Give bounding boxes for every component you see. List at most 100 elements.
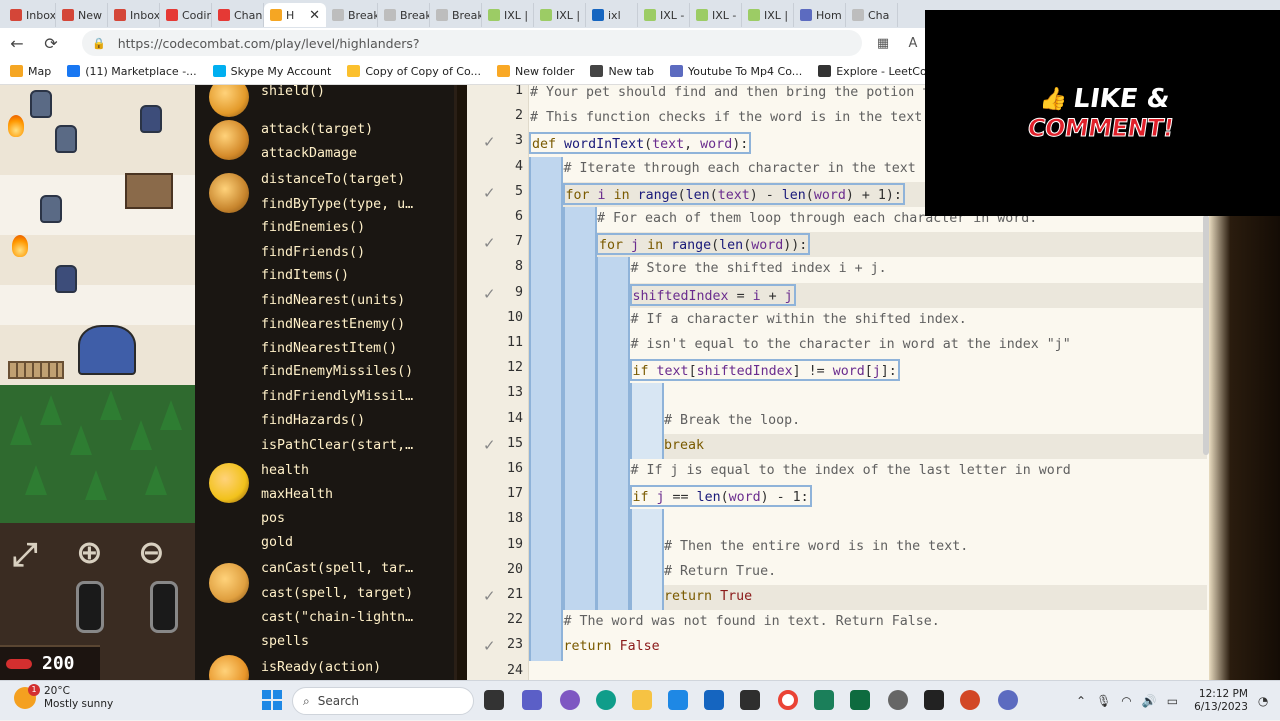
microphone-icon[interactable]: 🎙 — [1096, 694, 1111, 708]
volume-icon[interactable]: 🔊 — [1142, 694, 1157, 708]
tab-active[interactable]: H ✕ — [264, 3, 326, 27]
code-line[interactable]: # The word was not found in text. Return… — [563, 611, 941, 633]
api-method-item[interactable]: canCast(spell, tar… — [261, 561, 413, 576]
copilot-icon[interactable] — [560, 690, 580, 710]
fullscreen-icon[interactable]: ⤢ — [12, 535, 38, 574]
browser-tab[interactable]: Cha — [846, 3, 898, 27]
code-line[interactable]: for i in range(len(text) - len(word) + 1… — [562, 182, 905, 205]
browser-tab[interactable]: IXL | — [482, 3, 534, 27]
code-line[interactable]: # If a character within the shifted inde… — [630, 309, 968, 331]
game-viewport[interactable]: ⤢ ⊕ ⊖ 200 — [0, 85, 195, 680]
powerpoint-icon[interactable] — [960, 690, 980, 710]
terminal-icon[interactable] — [924, 690, 944, 710]
app-icon[interactable] — [814, 690, 834, 710]
browser-tab[interactable]: IXL | — [742, 3, 794, 27]
apps-icon[interactable]: ▦ — [868, 36, 898, 51]
api-method-item[interactable]: findEnemyMissiles() — [261, 364, 413, 379]
bookmark-item[interactable]: Youtube To Mp4 Co... — [669, 65, 802, 78]
browser-tab[interactable]: IXL - — [690, 3, 742, 27]
app-icon[interactable] — [998, 690, 1018, 710]
app-icon[interactable] — [740, 690, 760, 710]
close-tab-icon[interactable]: ✕ — [309, 8, 320, 23]
battery-icon[interactable]: ▭ — [1167, 694, 1178, 708]
bookmark-item[interactable]: Skype My Account — [212, 65, 331, 78]
api-method-item[interactable]: findNearest(units) — [261, 293, 405, 308]
code-line[interactable]: # Break the loop. — [663, 410, 801, 432]
zoom-out-icon[interactable]: ⊖ — [138, 533, 165, 571]
api-method-item[interactable]: findByType(type, u… — [261, 197, 413, 212]
api-method-item[interactable]: cast("chain-lightn… — [261, 610, 413, 625]
file-explorer-icon[interactable] — [632, 690, 652, 710]
back-icon[interactable]: ← — [0, 34, 34, 53]
code-line[interactable]: # isn't equal to the character in word a… — [630, 334, 1072, 356]
code-line[interactable]: return True — [663, 586, 753, 608]
task-view-icon[interactable] — [484, 690, 504, 710]
code-line[interactable]: for j in range(len(word)): — [596, 233, 811, 256]
browser-tab[interactable]: Break — [378, 3, 430, 27]
api-method-item[interactable]: attack(target) — [261, 122, 373, 137]
api-method-item[interactable]: findItems() — [261, 268, 349, 283]
code-line[interactable]: if text[shiftedIndex] != word[j]: — [629, 359, 900, 382]
code-line[interactable]: # Then the entire word is in the text. — [663, 536, 969, 558]
browser-tab[interactable]: Break — [326, 3, 378, 27]
api-method-item[interactable]: isPathClear(start,… — [261, 438, 413, 453]
bookmark-item[interactable]: (11) Marketplace -... — [67, 65, 197, 78]
browser-tab[interactable]: IXL - — [638, 3, 690, 27]
code-line[interactable]: # Return True. — [663, 561, 777, 583]
bookmark-item[interactable]: Copy of Copy of Co... — [347, 65, 481, 78]
notifications-icon[interactable]: ◔ — [1258, 694, 1268, 708]
windows-start-icon[interactable] — [262, 690, 282, 710]
bookmark-item[interactable]: Explore - LeetCode — [818, 65, 940, 78]
browser-tab[interactable]: IXL | — [534, 3, 586, 27]
browser-tab[interactable]: Break — [430, 3, 482, 27]
code-line[interactable]: if j == len(word) - 1: — [629, 485, 812, 508]
browser-tab[interactable]: Codin — [160, 3, 212, 27]
camera-toggle-left[interactable] — [76, 581, 104, 633]
url-field[interactable]: 🔒 https://codecombat.com/play/level/high… — [82, 30, 862, 56]
code-line[interactable]: # This function checks if the word is in… — [529, 107, 931, 129]
code-line[interactable]: # Iterate through each character in the … — [563, 158, 917, 180]
browser-tab[interactable]: Chan — [212, 3, 264, 27]
code-line[interactable]: break — [663, 435, 705, 457]
api-method-item[interactable]: isReady(action) — [261, 660, 381, 675]
read-aloud-icon[interactable]: A — [898, 36, 928, 51]
settings-icon[interactable] — [888, 690, 908, 710]
api-method-item[interactable]: findNearestEnemy() — [261, 317, 405, 332]
wifi-icon[interactable]: ◠ — [1121, 694, 1131, 708]
api-method-item[interactable]: findNearestItem() — [261, 341, 397, 356]
api-method-item[interactable]: findEnemies() — [261, 220, 365, 235]
api-method-item[interactable]: cast(spell, target) — [261, 586, 413, 601]
api-method-item[interactable]: spells — [261, 634, 309, 649]
api-method-item[interactable]: gold — [261, 535, 293, 550]
mail-icon[interactable] — [668, 690, 688, 710]
api-method-item[interactable]: shield() — [261, 85, 325, 99]
taskbar-search[interactable]: ⌕ Search — [292, 687, 474, 715]
api-method-item[interactable]: findHazards() — [261, 413, 365, 428]
api-method-item[interactable]: findFriends() — [261, 245, 365, 260]
code-line[interactable]: return False — [563, 636, 661, 658]
bookmark-item[interactable]: Map — [10, 65, 51, 78]
store-icon[interactable] — [704, 690, 724, 710]
weather-widget[interactable]: 1 20°C Mostly sunny — [14, 684, 113, 711]
reload-icon[interactable]: ⟳ — [34, 34, 68, 53]
chevron-up-icon[interactable]: ⌃ — [1076, 694, 1086, 708]
browser-tab[interactable]: Inbox — [4, 3, 56, 27]
api-method-item[interactable]: distanceTo(target) — [261, 172, 405, 187]
edge-icon[interactable] — [596, 690, 616, 710]
api-method-item[interactable]: health — [261, 463, 309, 478]
bookmark-item[interactable]: New folder — [497, 65, 574, 78]
clock[interactable]: 12:12 PM 6/13/2023 — [1194, 688, 1248, 714]
browser-tab[interactable]: Inbox — [108, 3, 160, 27]
code-line[interactable]: shiftedIndex = i + j — [629, 283, 796, 306]
code-line[interactable]: # Store the shifted index i + j. — [630, 258, 888, 280]
camera-toggle-right[interactable] — [150, 581, 178, 633]
bookmark-item[interactable]: New tab — [590, 65, 654, 78]
zoom-in-icon[interactable]: ⊕ — [76, 533, 103, 571]
api-method-item[interactable]: attackDamage — [261, 146, 357, 161]
code-line[interactable]: # If j is equal to the index of the last… — [630, 460, 1072, 482]
chrome-icon[interactable] — [778, 690, 798, 710]
code-line[interactable]: def wordInText(text, word): — [529, 132, 752, 155]
chat-icon[interactable] — [522, 690, 542, 710]
api-method-item[interactable]: maxHealth — [261, 487, 333, 502]
browser-tab[interactable]: New — [56, 3, 108, 27]
